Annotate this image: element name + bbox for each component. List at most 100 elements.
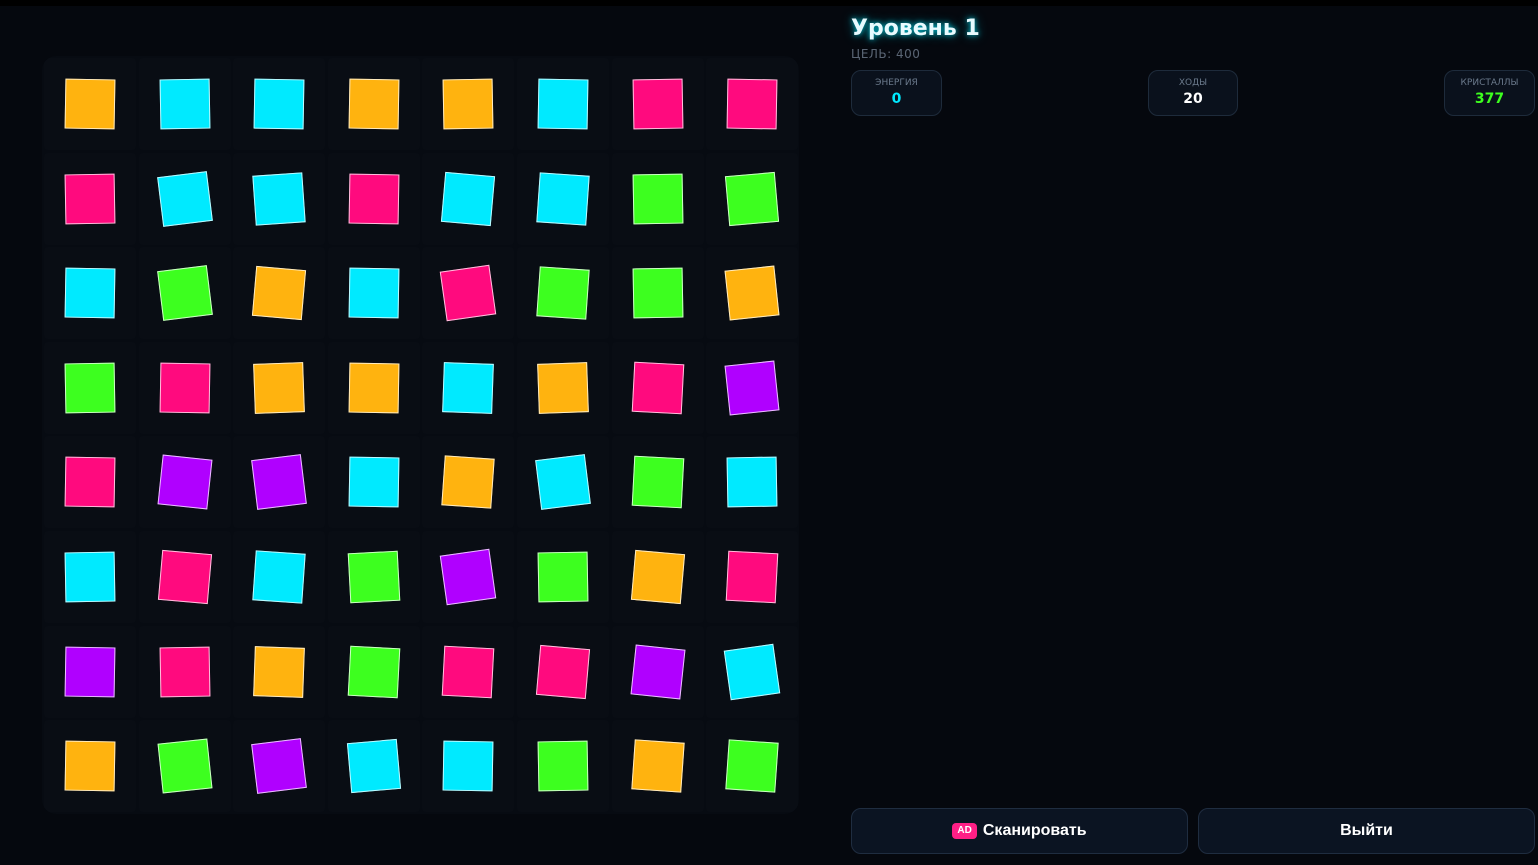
cyan-gem[interactable] <box>252 171 306 226</box>
orange-gem[interactable] <box>630 549 685 605</box>
cyan-gem[interactable] <box>723 643 781 700</box>
board-cell[interactable] <box>327 531 420 623</box>
board-cell[interactable] <box>327 58 420 150</box>
orange-gem[interactable] <box>252 266 307 321</box>
green-gem[interactable] <box>156 265 213 322</box>
board-cell[interactable] <box>44 720 136 813</box>
orange-gem[interactable] <box>442 78 494 130</box>
board-cell[interactable] <box>422 436 515 529</box>
pink-gem[interactable] <box>157 549 212 605</box>
green-gem[interactable] <box>64 362 116 414</box>
board-cell[interactable] <box>138 720 231 813</box>
pink-gem[interactable] <box>631 361 684 415</box>
green-gem[interactable] <box>632 173 684 225</box>
board-cell[interactable] <box>138 531 231 623</box>
orange-gem[interactable] <box>64 78 116 130</box>
cyan-gem[interactable] <box>535 454 591 511</box>
green-gem[interactable] <box>631 456 684 509</box>
board-cell[interactable] <box>517 152 609 245</box>
green-gem[interactable] <box>537 740 589 792</box>
orange-gem[interactable] <box>348 78 400 130</box>
pink-gem[interactable] <box>632 78 684 130</box>
green-gem[interactable] <box>725 739 779 793</box>
board-cell[interactable] <box>327 247 420 340</box>
board-cell[interactable] <box>327 341 420 434</box>
purple-gem[interactable] <box>64 646 116 698</box>
board-cell[interactable] <box>422 341 515 434</box>
green-gem[interactable] <box>347 550 401 604</box>
pink-gem[interactable] <box>64 173 116 225</box>
board-cell[interactable] <box>422 625 515 718</box>
board-cell[interactable] <box>44 625 136 718</box>
board-cell[interactable] <box>517 247 609 340</box>
board-cell[interactable] <box>138 625 231 718</box>
cyan-gem[interactable] <box>348 267 400 319</box>
cyan-gem[interactable] <box>253 78 305 130</box>
board-cell[interactable] <box>233 625 326 718</box>
green-gem[interactable] <box>347 645 401 698</box>
board-cell[interactable] <box>706 341 799 434</box>
board-cell[interactable] <box>611 58 704 150</box>
board-cell[interactable] <box>233 436 326 529</box>
exit-button[interactable]: Выйти <box>1198 808 1535 854</box>
board-cell[interactable] <box>138 152 231 245</box>
cyan-gem[interactable] <box>348 456 400 508</box>
board-cell[interactable] <box>233 247 326 340</box>
cyan-gem[interactable] <box>64 551 116 603</box>
board-cell[interactable] <box>611 720 704 813</box>
purple-gem[interactable] <box>251 454 308 511</box>
board-cell[interactable] <box>138 58 231 150</box>
board-cell[interactable] <box>517 720 609 813</box>
board-cell[interactable] <box>517 625 609 718</box>
cyan-gem[interactable] <box>726 456 778 508</box>
board-cell[interactable] <box>517 436 609 529</box>
cyan-gem[interactable] <box>252 550 306 604</box>
board-cell[interactable] <box>44 152 136 245</box>
board-cell[interactable] <box>611 531 704 623</box>
pink-gem[interactable] <box>442 645 495 698</box>
board-cell[interactable] <box>706 436 799 529</box>
board-cell[interactable] <box>233 58 326 150</box>
board-cell[interactable] <box>517 341 609 434</box>
board-cell[interactable] <box>611 152 704 245</box>
board-cell[interactable] <box>422 152 515 245</box>
orange-gem[interactable] <box>724 265 780 321</box>
board-cell[interactable] <box>422 247 515 340</box>
orange-gem[interactable] <box>537 361 589 414</box>
purple-gem[interactable] <box>157 454 213 510</box>
green-gem[interactable] <box>632 267 684 319</box>
green-gem[interactable] <box>157 738 213 794</box>
orange-gem[interactable] <box>253 361 306 414</box>
board-cell[interactable] <box>138 247 231 340</box>
purple-gem[interactable] <box>630 644 686 700</box>
board-cell[interactable] <box>611 341 704 434</box>
board-cell[interactable] <box>706 531 799 623</box>
pink-gem[interactable] <box>64 456 116 508</box>
board-cell[interactable] <box>706 625 799 718</box>
green-gem[interactable] <box>725 171 780 226</box>
green-gem[interactable] <box>537 551 589 603</box>
board-cell[interactable] <box>611 436 704 529</box>
pink-gem[interactable] <box>725 550 779 604</box>
board-cell[interactable] <box>327 720 420 813</box>
pink-gem[interactable] <box>348 173 400 225</box>
pink-gem[interactable] <box>440 264 497 322</box>
board-cell[interactable] <box>422 720 515 813</box>
board-cell[interactable] <box>517 531 609 623</box>
board-cell[interactable] <box>706 247 799 340</box>
board-cell[interactable] <box>706 58 799 150</box>
cyan-gem[interactable] <box>441 171 496 226</box>
purple-gem[interactable] <box>724 360 780 416</box>
board-cell[interactable] <box>706 152 799 245</box>
board-cell[interactable] <box>517 58 609 150</box>
board-cell[interactable] <box>233 720 326 813</box>
cyan-gem[interactable] <box>442 361 495 414</box>
cyan-gem[interactable] <box>346 739 401 794</box>
cyan-gem[interactable] <box>537 78 589 130</box>
board-cell[interactable] <box>233 152 326 245</box>
cyan-gem[interactable] <box>536 171 590 226</box>
board-cell[interactable] <box>233 341 326 434</box>
board-cell[interactable] <box>327 152 420 245</box>
pink-gem[interactable] <box>726 78 778 130</box>
orange-gem[interactable] <box>253 645 306 698</box>
